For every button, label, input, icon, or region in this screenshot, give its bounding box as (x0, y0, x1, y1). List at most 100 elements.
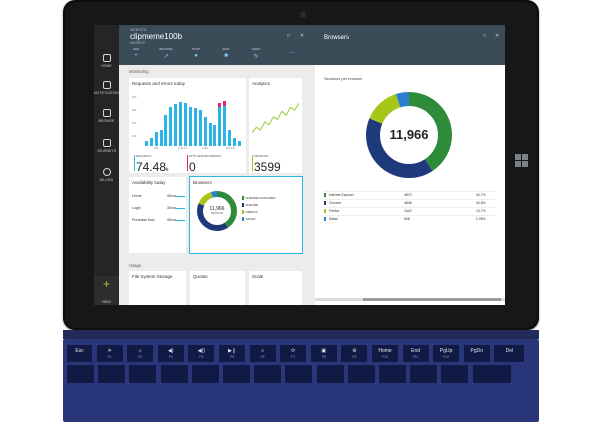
sidebar-item-billing[interactable]: BILLING (94, 168, 119, 182)
restore-icon[interactable]: □ (483, 33, 486, 39)
browsers-total: 11,966 (389, 127, 429, 142)
request-bar (164, 114, 168, 146)
browser-row[interactable]: Chrome 4848 40.5% (324, 199, 496, 207)
key-f8[interactable]: ▣ F8 (310, 345, 337, 362)
key-f7[interactable]: ⟳ F7 (280, 345, 307, 362)
browser-row[interactable]: Safari 608 0.06% (324, 215, 496, 223)
y-tick-label: 40K (132, 96, 137, 99)
key-f5[interactable]: ▶❙ F5 (219, 345, 245, 362)
key-f6[interactable]: ⌕ F6 (249, 345, 276, 362)
keyboard-key[interactable] (441, 365, 469, 383)
swap-icon: ✎ (253, 54, 259, 60)
browser-row[interactable]: Firefox 1640 13.7% (324, 207, 496, 215)
request-bar (154, 131, 158, 146)
analytics-tile[interactable]: Analytics SESSIONS 3599 (249, 78, 302, 173)
x-tick-label: 600 (154, 147, 159, 150)
metric-sessions: SESSIONS 3599 (252, 154, 281, 174)
key-f10[interactable]: Home F10 (372, 345, 398, 362)
key-pgdn[interactable]: PgDn (463, 345, 490, 362)
close-icon[interactable]: ✕ (495, 33, 499, 39)
request-bar (149, 138, 153, 146)
availability-sparkline (175, 220, 185, 221)
browsers-tile-legend-item: INTERNET EXPLORER (242, 196, 275, 201)
y-tick-label: 10K (132, 135, 137, 138)
availability-tile[interactable]: Availability today Home 96xxx Login 39xx… (129, 177, 186, 253)
keyboard-key[interactable] (347, 365, 375, 383)
request-bar (169, 107, 173, 146)
request-bar (237, 140, 241, 146)
keyboard-key[interactable] (98, 365, 126, 383)
keyboard-key[interactable] (316, 365, 344, 383)
keyboard-key[interactable] (223, 365, 250, 383)
analytics-line-chart (252, 103, 299, 134)
keyboard-key[interactable] (254, 365, 282, 383)
browsers-blade-header: Browsers □ ✕ (315, 25, 505, 65)
windows-logo-icon[interactable] (515, 154, 528, 167)
browsers-tile-legend-item: SAFARI (242, 217, 255, 222)
blade-body: Monitoring Requests and errors today 40K… (119, 65, 315, 305)
key-del[interactable]: Del (494, 345, 525, 362)
blade-type: WEBSITE (130, 41, 146, 45)
type-cover-keyboard: Esc ☀ F1 ☼ F2 ◀) F3 ◀)) F4 ▶❙ F5 ⌕ F6 ⟳ F7 ▣ F8 ⚙ F9 Home F1… (63, 339, 539, 422)
billing-icon (102, 168, 111, 176)
home-icon (102, 54, 111, 62)
keyboard-key[interactable] (472, 365, 511, 383)
browsers-blade-title: Browsers (324, 35, 350, 41)
key-f4[interactable]: ◀)) F4 (188, 345, 215, 362)
sidebar-item-home[interactable]: HOME (94, 54, 119, 68)
request-bar (193, 108, 197, 146)
browse-icon (102, 109, 111, 117)
browser-row[interactable]: Internet Explorer 4870 40.7% (324, 191, 496, 199)
new-button[interactable]: + NEW (94, 276, 119, 305)
toolbar-swap-button[interactable]: SWAP ✎ (247, 47, 265, 60)
requests-x-axis: 600 TUE 13 1200 600 PM (144, 147, 242, 152)
toolbar-edit-button[interactable]: EDIT ■ (217, 47, 235, 59)
sidebar-item-browse[interactable]: BROWSE (94, 109, 119, 123)
x-tick-label: 600 PM (226, 147, 235, 150)
keyboard-key[interactable] (379, 365, 406, 383)
usage-tile-storage[interactable]: File System Storage (129, 271, 186, 305)
add-icon: + (134, 53, 138, 59)
request-bar (233, 138, 236, 146)
keyboard-key[interactable] (129, 365, 157, 383)
request-bar (159, 130, 163, 146)
key-f2[interactable]: ☼ F2 (127, 345, 154, 362)
browsers-tile-legend-item: CHROME (242, 203, 258, 208)
sidebar-item-notifications[interactable]: NOTIFICATIONS (94, 81, 121, 95)
usage-tile-scale[interactable]: Scale (249, 271, 302, 305)
availability-row-name: Purchase flow (132, 218, 155, 222)
keyboard-key[interactable] (160, 365, 188, 383)
key-f11[interactable]: End F11 (402, 345, 429, 362)
request-bar (218, 107, 222, 146)
scrollbar-thumb[interactable] (363, 298, 501, 301)
key-f3[interactable]: ◀) F3 (157, 345, 184, 362)
usage-label: Usage (129, 263, 142, 268)
notifications-icon (102, 81, 111, 89)
request-bar (203, 117, 207, 146)
browsers-tile[interactable]: Browsers 11,966 SESSIONS INTERNET EXPLOR… (189, 176, 303, 254)
request-bar (223, 105, 227, 146)
toolbar-stop-button[interactable]: STOP ● (187, 47, 205, 59)
keyboard-key[interactable] (410, 365, 438, 383)
plus-icon: + (102, 277, 110, 291)
restore-icon[interactable]: □ (287, 33, 290, 39)
availability-tile-title: Availability today (132, 180, 166, 185)
keyboard-key[interactable] (285, 365, 313, 383)
keyboard-key[interactable] (191, 365, 219, 383)
y-tick-label: 20K (132, 122, 137, 125)
key-f9[interactable]: ⚙ F9 (341, 345, 368, 362)
requests-tile[interactable]: Requests and errors today 40K 30K 20K 10K 6… (129, 78, 246, 173)
toolbar-add-button[interactable]: ADD + (127, 47, 145, 59)
sidebar-item-journeys[interactable]: JOURNEYS (94, 139, 119, 153)
toolbar-more-button[interactable]: … (283, 47, 301, 55)
keyboard-key[interactable] (67, 365, 94, 383)
screen: HOME NOTIFICATIONS BROWSE JOURNEYS BILLI… (94, 25, 505, 305)
request-bar (208, 122, 212, 146)
key-f12[interactable]: PgUp F12 (433, 345, 460, 362)
blade-title: clipmeme100b (130, 32, 183, 41)
key-f1[interactable]: ☀ F1 (96, 345, 123, 362)
key-esc[interactable]: Esc (67, 345, 92, 362)
toolbar-browse-button[interactable]: BROWSE ↗ (157, 47, 175, 60)
close-icon[interactable]: ✕ (300, 33, 304, 39)
usage-tile-quotas[interactable]: Quotas (190, 271, 245, 305)
